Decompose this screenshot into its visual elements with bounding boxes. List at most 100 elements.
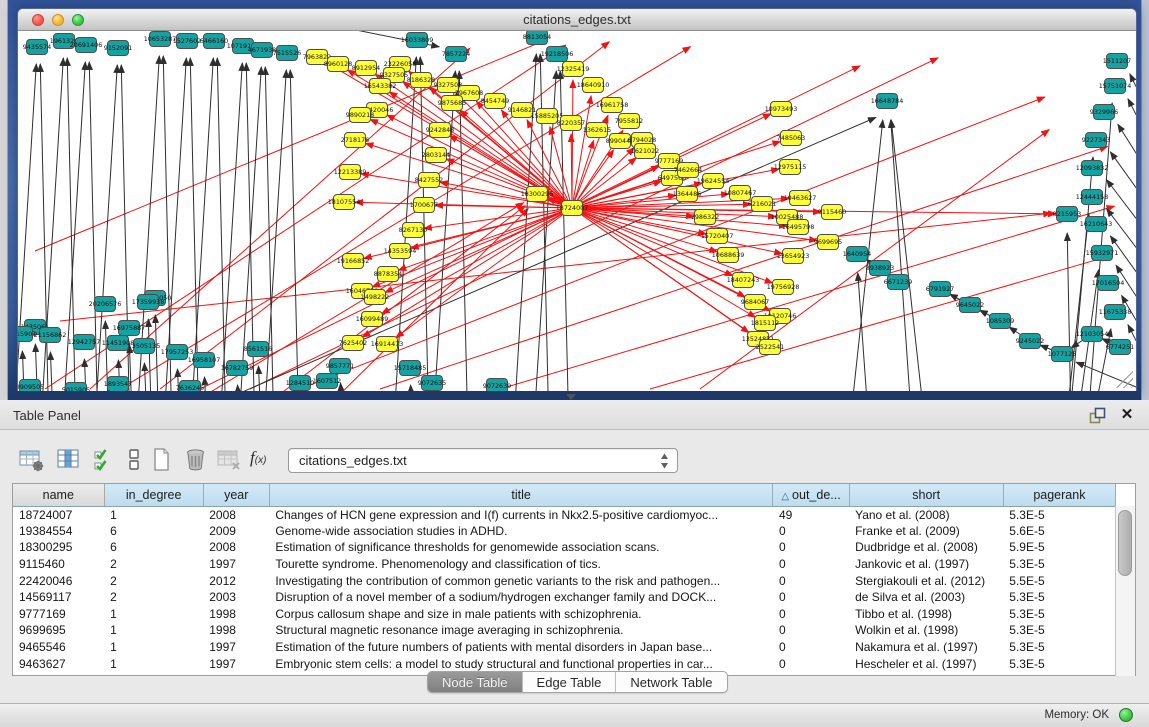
table-cell[interactable]: 1998 [203,622,269,639]
graph-node[interactable]: 15932971 [1086,246,1119,261]
graph-node[interactable]: 8960128 [324,57,352,72]
table-cell[interactable]: 2012 [203,572,269,589]
graph-node[interactable]: 9072635 [418,376,446,391]
graph-node[interactable]: 18107554 [328,195,361,210]
table-row[interactable]: 1872400712008Changes of HCN gene express… [13,506,1116,523]
import-table-disabled-button[interactable] [216,446,243,473]
graph-node[interactable]: 7485063 [777,131,805,146]
table-cell[interactable]: 1997 [203,556,269,573]
table-cell[interactable]: Embryonic stem cells: a model to study s… [269,655,773,672]
table-cell[interactable]: 0 [773,572,849,589]
graph-node[interactable]: 12444158 [1076,190,1109,205]
node-table-grid[interactable]: namein_degreeyeartitle△out_de...shortpag… [13,484,1116,672]
graph-node[interactable]: 9329966 [1090,105,1118,120]
table-cell[interactable]: 0 [773,639,849,656]
graph-edge[interactable] [1110,152,1136,235]
table-cell[interactable]: 5.3E-5 [1003,606,1115,623]
table-cell[interactable]: Estimation of significance thresholds fo… [269,539,773,556]
graph-node[interactable]: 9072639 [483,379,511,392]
table-cell[interactable]: Corpus callosum shape and size in male p… [269,606,773,623]
delete-button[interactable] [182,446,209,473]
graph-edge[interactable] [572,150,614,208]
table-cell[interactable]: 5.9E-5 [1003,539,1115,556]
graph-edge[interactable] [891,120,930,391]
graph-edge[interactable] [891,120,915,391]
graph-node[interactable]: 6774251 [1106,340,1134,355]
table-cell[interactable]: 6 [104,523,203,540]
graph-edge[interactable] [1067,233,1072,391]
graph-node[interactable]: 9115460 [818,205,846,220]
table-settings-button[interactable] [18,446,45,473]
graph-node[interactable]: 6466160 [200,34,228,49]
table-cell[interactable]: Jankovic et al. (1997) [849,556,1003,573]
table-cell[interactable]: 2008 [203,539,269,556]
table-cell[interactable]: 9115460 [13,556,104,573]
column-header-title[interactable]: title [269,484,773,506]
graph-node[interactable]: 9242848 [426,123,454,138]
graph-node[interactable]: 19218506 [541,47,574,62]
graph-node[interactable]: 10653287 [144,32,177,47]
graph-node[interactable]: 7515526 [273,46,301,61]
graph-node[interactable]: 19624554 [697,174,730,189]
table-cell[interactable]: 2008 [203,506,269,523]
table-cell[interactable]: Changes of HCN gene expression and I(f) … [269,506,773,523]
table-cell[interactable]: 1 [104,506,203,523]
graph-node[interactable]: 7857224 [442,47,470,62]
graph-node[interactable]: 1815112 [751,316,779,331]
graph-node[interactable]: 6671239 [884,275,912,290]
table-cell[interactable]: 9465546 [13,639,104,656]
show-columns-button[interactable] [55,446,82,473]
graph-node[interactable]: 14353594 [384,244,417,259]
select-rows-button[interactable] [91,446,118,473]
graph-edge[interactable] [205,377,209,391]
graph-node[interactable]: 8186328 [407,73,435,88]
graph-node[interactable]: 6216021 [748,197,776,212]
graph-edge[interactable] [60,213,1051,321]
graph-node[interactable]: 7625402 [339,336,367,351]
graph-node[interactable]: 9152091 [104,41,132,56]
tab-network-table[interactable]: Network Table [616,672,726,692]
graph-edge[interactable] [430,71,455,391]
function-builder-button[interactable]: f(x) [250,448,277,475]
graph-node[interactable]: 9684067 [741,295,769,310]
graph-node[interactable]: 13654923 [777,249,810,264]
float-panel-icon[interactable] [1089,407,1107,424]
graph-node[interactable]: 11675338 [1099,305,1132,320]
table-cell[interactable]: 14569117 [13,589,104,606]
column-header-in_degree[interactable]: in_degree [104,484,203,506]
table-cell[interactable]: 9463627 [13,655,104,672]
table-cell[interactable]: 5.3E-5 [1003,639,1115,656]
table-row[interactable]: 946362711997Embryonic stem cells: a mode… [13,655,1116,672]
graph-node[interactable]: 1364486 [673,187,701,202]
network-window-titlebar[interactable]: citations_edges.txt [18,9,1136,31]
table-cell[interactable]: 2 [104,556,203,573]
graph-edge[interactable] [1062,214,1089,391]
graph-node[interactable]: 5015905 [62,383,90,392]
graph-node[interactable]: 1527602 [173,34,201,49]
graph-node[interactable]: 17016504 [1092,276,1125,291]
graph-node[interactable]: 1640954 [843,247,871,262]
graph-node[interactable]: 2718176 [341,133,369,148]
table-cell[interactable]: 19384554 [13,523,104,540]
graph-node[interactable]: 12093832 [1076,161,1109,176]
table-cell[interactable]: Investigating the contribution of common… [269,572,773,589]
graph-node[interactable]: 1498222 [361,290,389,305]
table-cell[interactable]: 0 [773,556,849,573]
table-cell[interactable]: 0 [773,622,849,639]
graph-node[interactable]: 1700677 [410,198,438,213]
graph-node[interactable]: 8267130 [399,223,427,238]
graph-node[interactable]: 16210643 [1080,217,1113,232]
table-cell[interactable]: 0 [773,606,849,623]
graph-edge[interactable] [144,363,149,391]
graph-node[interactable]: 15751074 [1099,79,1132,94]
table-cell[interactable]: 18300295 [13,539,104,556]
graph-node[interactable]: 16961758 [596,98,629,113]
graph-node[interactable]: 2522541 [756,340,784,355]
graph-edge[interactable] [572,96,591,208]
table-cell[interactable]: 49 [773,506,849,523]
table-row[interactable]: 946554611997Estimation of the future num… [13,639,1116,656]
graph-node[interactable]: 9875685 [438,96,466,111]
table-cell[interactable]: 2003 [203,589,269,606]
table-cell[interactable]: Stergiakouli et al. (2012) [849,572,1003,589]
graph-node[interactable]: 12975115 [774,160,807,175]
